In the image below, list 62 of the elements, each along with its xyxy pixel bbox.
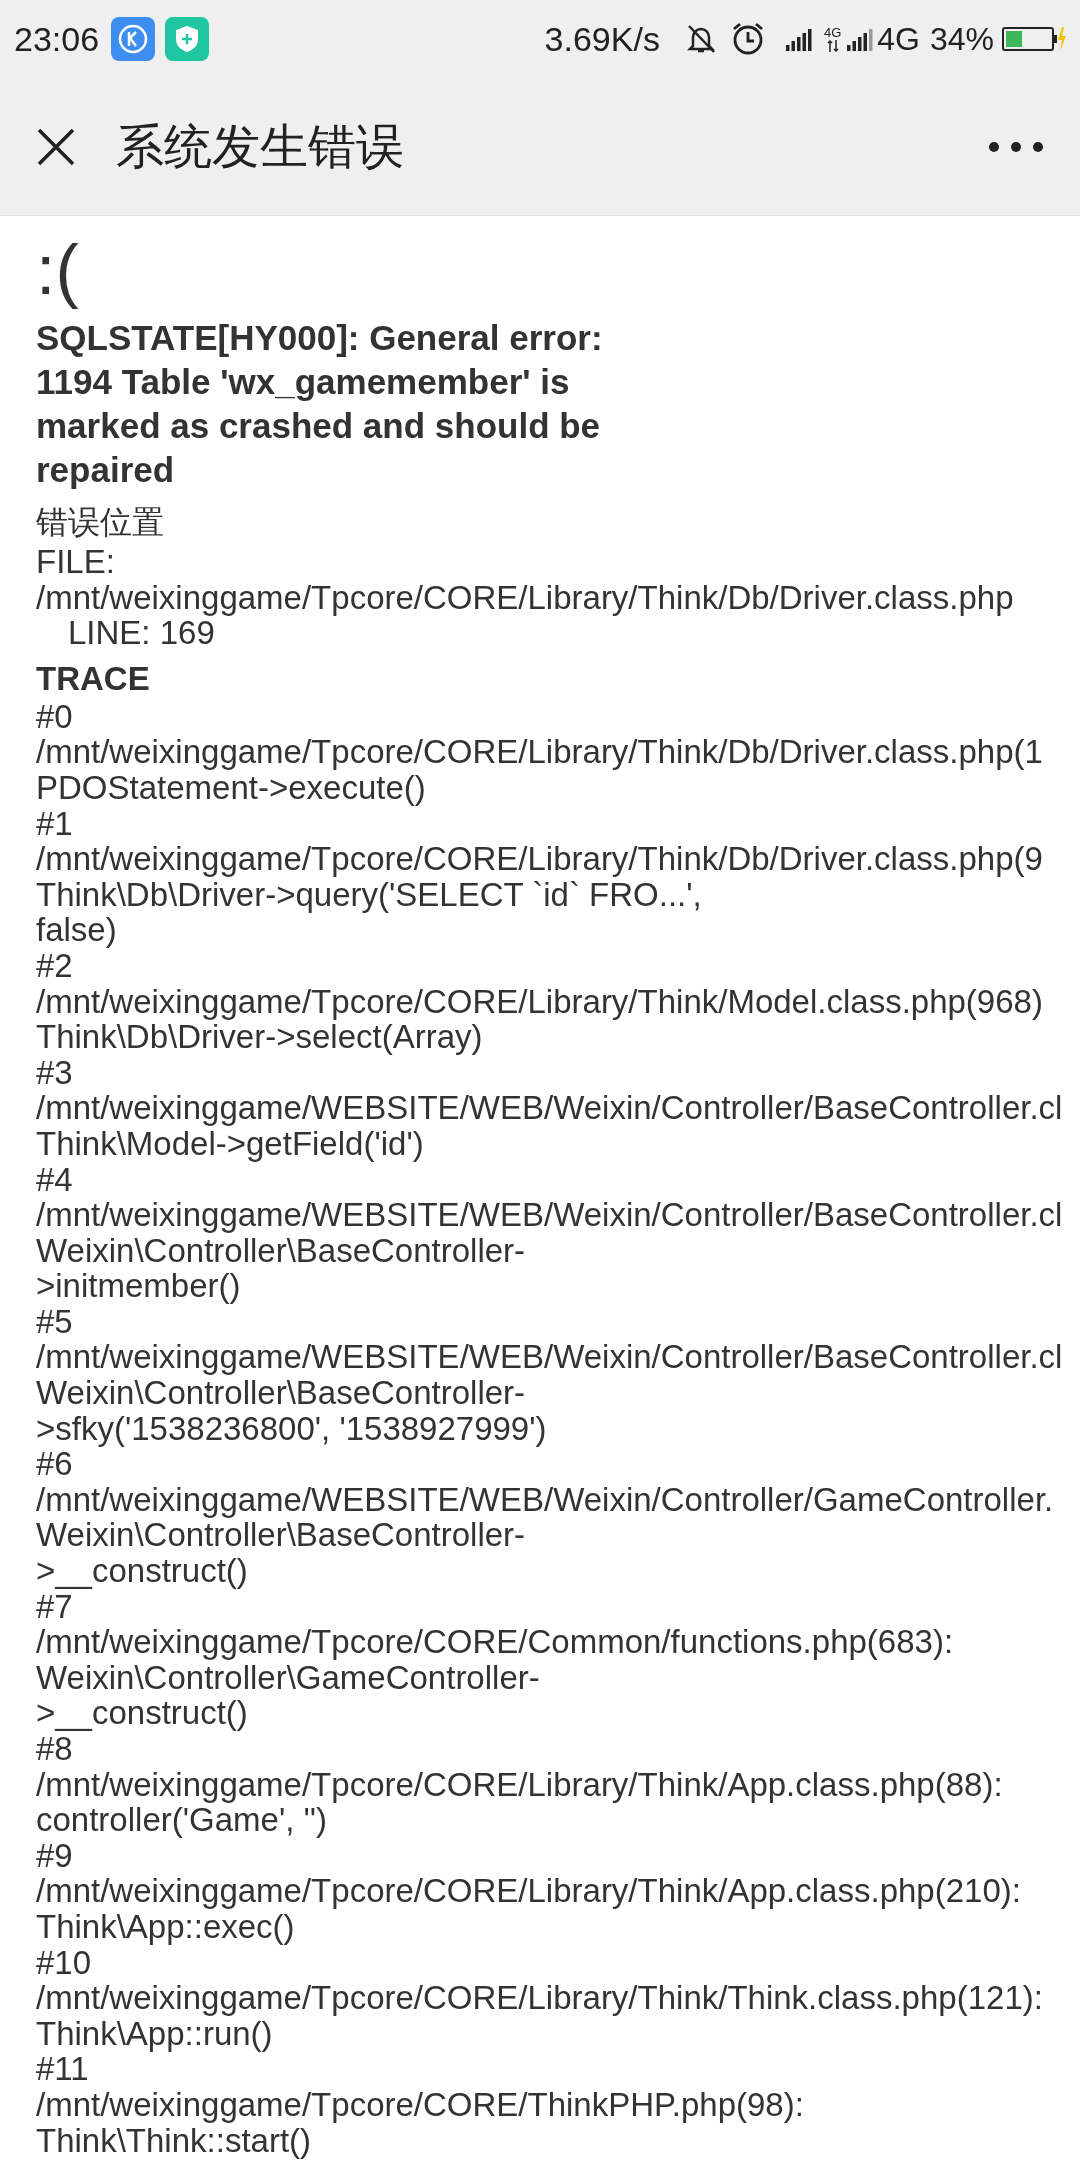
trace-index: #5	[36, 1303, 73, 1340]
trace-index: #6	[36, 1446, 73, 1482]
trace-line: /mnt/weixinggame/WEBSITE/WEB/Weixin/Controller/BaseController.cl	[36, 1197, 1063, 1233]
trace-line: >__construct()	[36, 1553, 248, 1589]
trace-index: #7	[36, 1588, 73, 1625]
battery-percent: 34%	[929, 20, 994, 59]
trace-line: /mnt/weixinggame/Tpcore/CORE/Common/functions.php(683):	[36, 1624, 954, 1660]
trace-line: /mnt/weixinggame/WEBSITE/WEB/Weixin/Controller/GameController.	[36, 1481, 1054, 1518]
trace-index: #8	[36, 1731, 73, 1767]
trace-line: >initmember()	[36, 1268, 241, 1304]
signal-icon	[785, 27, 814, 51]
location-heading: 错误位置	[36, 503, 165, 542]
battery-charging-icon	[1002, 25, 1066, 53]
trace-line: PDOStatement->execute()	[36, 769, 426, 806]
trace-index: #10	[36, 1944, 92, 1981]
trace-line: Think\Db\Driver->select(Array)	[36, 1019, 483, 1055]
trace-index: #9	[36, 1837, 73, 1874]
shield-icon	[165, 17, 210, 61]
trace-index: #4	[36, 1161, 73, 1198]
close-icon[interactable]	[36, 126, 76, 167]
app-icon	[111, 17, 156, 61]
trace-line: /mnt/weixinggame/Tpcore/CORE/Library/Think/App.class.php(88):	[36, 1766, 1003, 1803]
trace-index: #3	[36, 1054, 73, 1091]
trace-line: controller('Game', '')	[36, 1802, 328, 1838]
network-type: 4G	[877, 20, 920, 59]
network-speed: 3.69K/s	[544, 18, 660, 60]
trace-index: #2	[36, 947, 73, 984]
trace-line: /mnt/weixinggame/Tpcore/CORE/Library/Think/App.class.php(210):	[36, 1873, 1021, 1909]
trace-line: >sfky('1538236800', '1538927999')	[36, 1410, 547, 1447]
file-path: /mnt/weixinggame/Tpcore/CORE/Library/Think/Db/Driver.class.php	[36, 579, 1015, 616]
trace-line: /mnt/weixinggame/Tpcore/CORE/Library/Think/Think.class.php(121):	[36, 1980, 1043, 2016]
trace-line: >__construct()	[36, 1695, 248, 1731]
page-title: 系统发生错误	[116, 118, 404, 175]
trace-index: #11	[36, 2051, 89, 2087]
sad-face: :(	[36, 230, 80, 310]
trace-line: /mnt/weixinggame/WEBSITE/WEB/Weixin/Controller/BaseController.cl	[36, 1339, 1063, 1376]
trace-line: /mnt/weixinggame/Tpcore/CORE/Library/Think/Db/Driver.class.php(9	[36, 841, 1043, 877]
trace-line: /mnt/weixinggame/Tpcore/CORE/ThinkPHP.php(98):	[36, 2086, 804, 2123]
trace-line: /mnt/weixinggame/WEBSITE/WEB/Weixin/Controller/BaseController.cl	[36, 1090, 1063, 1126]
trace-line: Weixin\Controller\BaseController-	[36, 1517, 526, 1554]
trace-index: #1	[36, 805, 73, 842]
trace-line: false)	[36, 912, 117, 948]
signal-icon	[847, 27, 876, 51]
trace-line: /mnt/weixinggame/Tpcore/CORE/Library/Think/Model.class.php(968)	[36, 983, 1043, 1020]
more-icon[interactable]	[988, 140, 1044, 153]
trace-index: #0	[36, 698, 73, 735]
trace-line: Think\App::run()	[36, 2015, 273, 2052]
file-label: FILE:	[36, 544, 116, 580]
trace-line: /mnt/weixinggame/Tpcore/CORE/Library/Think/Db/Driver.class.php(1	[36, 734, 1043, 770]
trace-line: Think\Think::start()	[36, 2122, 312, 2159]
line-number: LINE: 169	[68, 615, 215, 651]
trace-line: Weixin\Controller\GameController-	[36, 1659, 540, 1696]
status-time: 23:06	[14, 18, 100, 60]
trace-line: Think\Model->getField('id')	[36, 1125, 424, 1162]
trace-line: Weixin\Controller\BaseController-	[36, 1375, 526, 1411]
trace-line: Weixin\Controller\BaseController-	[36, 1232, 526, 1269]
data-arrows-icon	[826, 38, 839, 53]
trace-heading: TRACE	[36, 658, 151, 699]
error-message: SQLSTATE[HY000]: General error: 1194 Table 'wx_gamemember' is marked as crashed and should be repaired	[36, 317, 604, 491]
trace-line: Think\Db\Driver->query('SELECT `id` FRO...',	[36, 876, 702, 913]
data-type-label: 4G	[823, 25, 842, 39]
trace-line: Think\App::exec()	[36, 1908, 295, 1945]
